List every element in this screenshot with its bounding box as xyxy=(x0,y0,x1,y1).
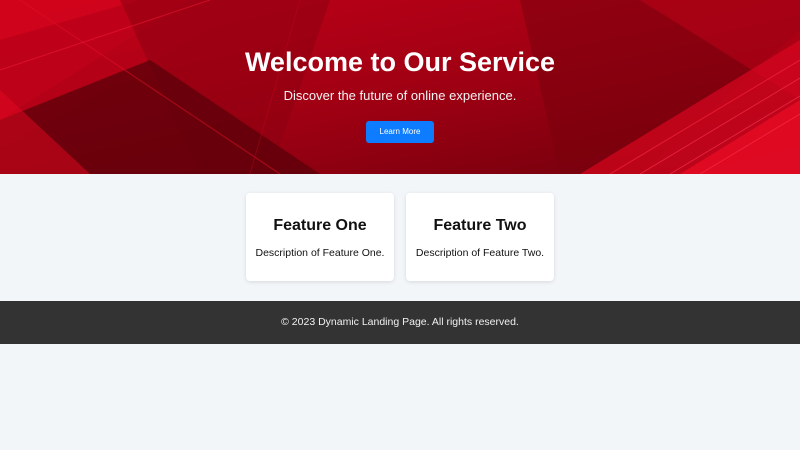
hero-subtitle: Discover the future of online experience… xyxy=(283,88,517,103)
feature-title: Feature One xyxy=(273,217,367,234)
footer-copyright: © 2023 Dynamic Landing Page. All rights … xyxy=(281,316,519,328)
feature-card-one: Feature One Description of Feature One. xyxy=(246,193,394,281)
page-footer: © 2023 Dynamic Landing Page. All rights … xyxy=(0,301,800,344)
hero-content: Welcome to Our Service Discover the futu… xyxy=(0,0,800,174)
hero-section: Welcome to Our Service Discover the futu… xyxy=(0,0,800,174)
features-section: Feature One Description of Feature One. … xyxy=(0,174,800,301)
feature-description: Description of Feature Two. xyxy=(415,247,545,259)
learn-more-button[interactable]: Learn More xyxy=(366,121,434,143)
feature-card-two: Feature Two Description of Feature Two. xyxy=(406,193,554,281)
feature-description: Description of Feature One. xyxy=(255,247,385,259)
feature-title: Feature Two xyxy=(433,217,527,234)
hero-title: Welcome to Our Service xyxy=(244,47,556,77)
